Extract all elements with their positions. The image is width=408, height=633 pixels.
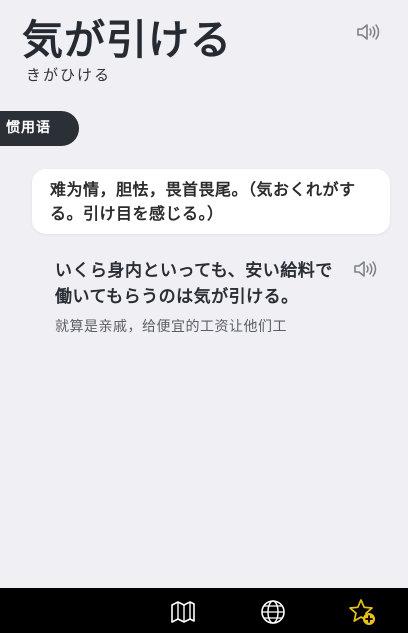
globe-icon[interactable] — [259, 598, 287, 626]
speaker-icon[interactable] — [353, 259, 379, 279]
entry-header: 気が引ける きがひける — [0, 0, 408, 95]
reading: きがひける — [26, 66, 112, 84]
map-icon[interactable] — [169, 598, 197, 626]
star-add-icon[interactable] — [348, 598, 376, 626]
example-translation: 就算是亲戚，给便宜的工资让他们工 — [55, 319, 287, 335]
speaker-icon[interactable] — [356, 22, 382, 42]
example-japanese: いくら身内といっても、安い給料で働いてもらうのは気が引ける。 — [55, 261, 333, 307]
meaning-card: 难为情，胆怯，畏首畏尾。（気おくれがする。引け目を感じる。） — [32, 169, 390, 234]
category-tag: 惯用语 — [0, 111, 79, 146]
bottom-toolbar — [0, 588, 408, 633]
example-sentence: いくら身内といっても、安い給料で働いてもらうのは気が引ける。 就算是亲戚，给便宜… — [55, 258, 345, 336]
headword: 気が引ける — [22, 16, 232, 64]
meaning-text: 难为情，胆怯，畏首畏尾。（気おくれがする。引け目を感じる。） — [50, 180, 356, 223]
